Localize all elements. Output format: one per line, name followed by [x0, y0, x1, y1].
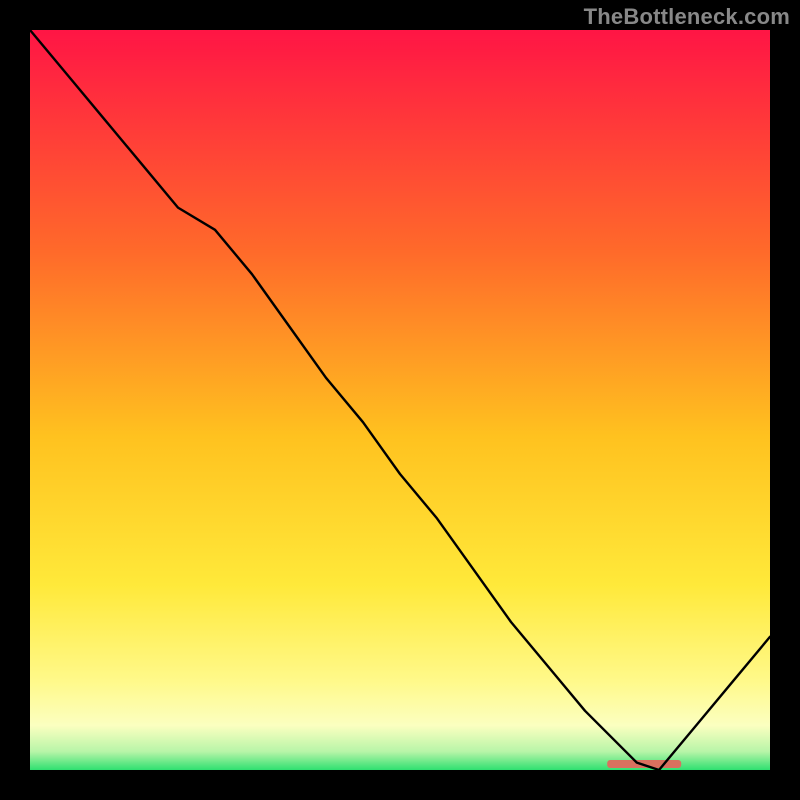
chart-svg [30, 30, 770, 770]
chart-frame: TheBottleneck.com [0, 0, 800, 800]
chart-panel [30, 30, 770, 770]
gradient-background [30, 30, 770, 770]
attribution-label: TheBottleneck.com [584, 4, 790, 30]
